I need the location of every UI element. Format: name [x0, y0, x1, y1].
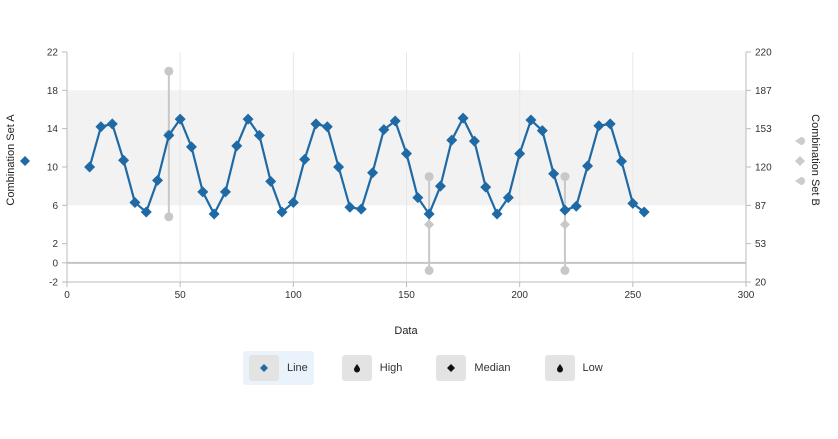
droplet-icon [353, 364, 360, 373]
data-point [208, 208, 220, 220]
x-tick-label: 50 [175, 290, 187, 301]
left-axis-diamond-icon [20, 156, 30, 166]
legend: Line High Median Low [243, 351, 609, 385]
legend-label: Line [287, 362, 308, 374]
right-axis-droplet-icon [795, 177, 805, 185]
chart: 22 18 14 10 6 2 0 -2 220 187 153 120 87 53 20 0 50 100 150… [0, 0, 838, 434]
y-tick-label-right: 187 [755, 86, 772, 97]
y-tick-label-left: 22 [47, 48, 59, 59]
range-low-point [560, 266, 570, 275]
droplet-icon [556, 364, 563, 373]
y-tick-label-left: 6 [52, 201, 58, 212]
range-low-point [164, 212, 174, 222]
y-tick-label-right: 220 [755, 48, 772, 59]
range-median-point [559, 219, 570, 230]
legend-item-median[interactable]: Median [430, 351, 516, 385]
x-tick-label: 300 [738, 290, 755, 301]
y-axis-left-title: Combination Set A [5, 114, 17, 206]
legend-item-high[interactable]: High [336, 351, 409, 385]
legend-label: Median [474, 362, 511, 374]
y-tick-label-left: 14 [47, 124, 59, 135]
y-tick-label-right: 87 [755, 201, 767, 212]
legend-swatch [341, 355, 372, 381]
y-tick-label-left: 10 [47, 163, 59, 174]
y-axis-right-title: Combination Set B [809, 114, 821, 206]
y-tick-label-right: 20 [755, 278, 767, 289]
legend-swatch [544, 355, 575, 381]
x-axis-title: Data [394, 325, 418, 337]
diamond-icon [260, 364, 268, 372]
data-point [559, 204, 571, 216]
legend-swatch [436, 355, 467, 381]
y-tick-label-right: 120 [755, 163, 772, 174]
x-tick-label: 200 [511, 290, 528, 301]
y-tick-label-left: 18 [47, 86, 59, 97]
y-tick-label-left: -2 [49, 278, 58, 289]
legend-item-line[interactable]: Line [243, 351, 314, 385]
range-low-point [424, 266, 434, 275]
legend-item-low[interactable]: Low [539, 351, 609, 385]
right-axis-diamond-icon [795, 156, 805, 166]
y-tick-label-left: 0 [52, 258, 58, 269]
legend-swatch [249, 355, 279, 381]
range-high-point [560, 172, 570, 182]
legend-label: High [379, 362, 403, 374]
x-tick-label: 150 [398, 290, 415, 301]
y-tick-label-left: 2 [52, 239, 58, 250]
right-axis-droplet-icon [795, 137, 805, 145]
diamond-icon [447, 364, 456, 372]
range-median-point [424, 219, 435, 230]
range-high-point [164, 66, 174, 76]
legend-label: Low [582, 362, 603, 374]
y-tick-label-right: 53 [755, 239, 767, 250]
range-high-point [424, 172, 434, 182]
x-tick-label: 100 [285, 290, 302, 301]
right-axis-icons [795, 137, 805, 185]
x-tick-label: 250 [624, 290, 641, 301]
y-tick-label-right: 153 [755, 124, 772, 135]
x-tick-label: 0 [64, 290, 70, 301]
